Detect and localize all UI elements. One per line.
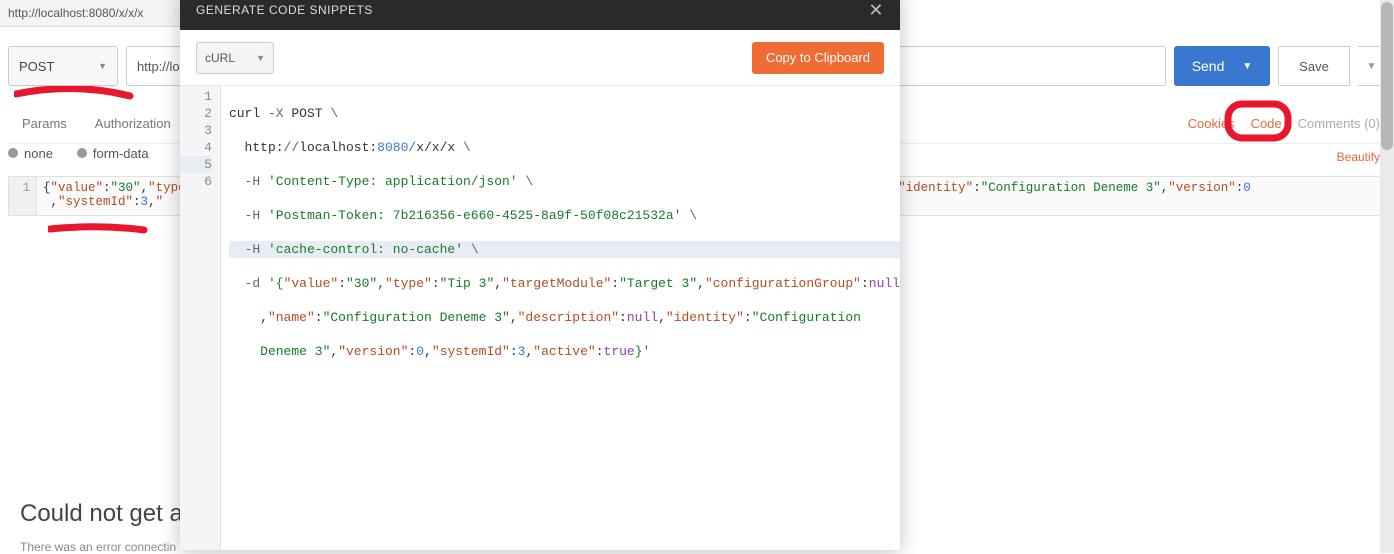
modal-toolbar: cURL ▼ Copy to Clipboard: [180, 30, 900, 86]
code-area[interactable]: 1 2 3 4 5 6 curl -X POST \ http://localh…: [180, 86, 900, 550]
code-gutter: 1 2 3 4 5 6: [180, 86, 221, 550]
code-lines: curl -X POST \ http://localhost:8080/x/x…: [221, 86, 900, 550]
language-dropdown[interactable]: cURL ▼: [196, 42, 274, 74]
language-label: cURL: [205, 51, 235, 65]
modal-header: GENERATE CODE SNIPPETS ✕: [180, 0, 900, 30]
close-icon[interactable]: ✕: [868, 0, 884, 21]
modal-title: GENERATE CODE SNIPPETS: [196, 3, 373, 17]
copy-clipboard-button[interactable]: Copy to Clipboard: [752, 42, 884, 74]
chevron-down-icon: ▼: [256, 53, 265, 63]
modal-backdrop: GENERATE CODE SNIPPETS ✕ cURL ▼ Copy to …: [0, 0, 1394, 553]
code-snippet-modal: GENERATE CODE SNIPPETS ✕ cURL ▼ Copy to …: [180, 0, 900, 550]
